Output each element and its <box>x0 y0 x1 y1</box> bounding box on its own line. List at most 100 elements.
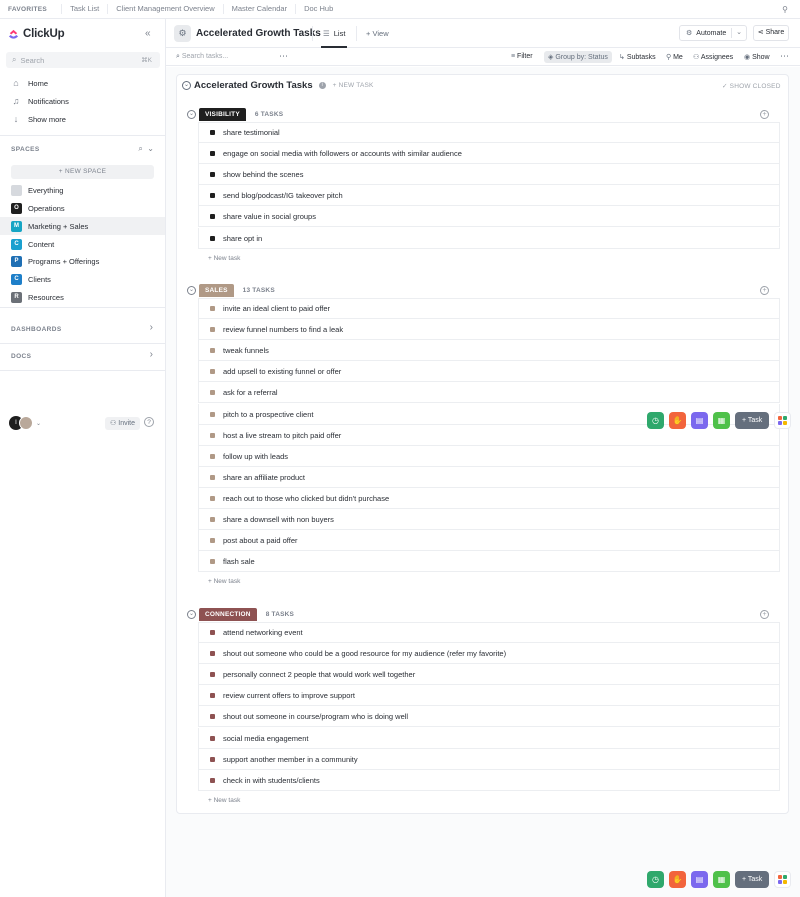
notepad-icon[interactable]: ▤ <box>691 871 708 888</box>
task-name[interactable]: share value in social groups <box>223 212 316 221</box>
task-row[interactable]: review current offers to improve support <box>198 685 780 706</box>
show-closed-button[interactable]: ✓ SHOW CLOSED <box>722 82 781 90</box>
status-square-icon[interactable] <box>210 516 215 522</box>
task-row[interactable]: share an affiliate product <box>198 467 780 488</box>
status-square-icon[interactable] <box>210 756 215 762</box>
list-settings-icon[interactable]: ⚙ <box>174 25 191 42</box>
calendar-icon[interactable]: ▦ <box>713 412 730 429</box>
chevron-down-icon[interactable]: ⌄ <box>147 144 154 153</box>
status-square-icon[interactable] <box>210 650 215 656</box>
task-name[interactable]: ask for a referral <box>223 388 278 397</box>
new-task-button[interactable]: + NEW TASK <box>333 82 374 89</box>
help-icon[interactable]: ? <box>144 417 154 427</box>
assignees-button[interactable]: ⚇ Assignees <box>693 53 733 61</box>
task-name[interactable]: engage on social media with followers or… <box>223 149 462 158</box>
status-square-icon[interactable] <box>210 777 215 783</box>
status-square-icon[interactable] <box>210 735 215 741</box>
timer-icon[interactable]: ◷ <box>647 871 664 888</box>
task-row[interactable]: shout out someone in course/program who … <box>198 706 780 727</box>
more-options-icon[interactable]: ⋯ <box>780 51 789 62</box>
task-search-input[interactable]: ⌕ Search tasks... <box>176 53 228 61</box>
status-square-icon[interactable] <box>210 368 215 374</box>
sidebar-space-item[interactable]: P Programs + Offerings <box>0 252 165 270</box>
task-name[interactable]: tweak funnels <box>223 346 269 355</box>
docs-title[interactable]: DOCS <box>11 353 31 360</box>
chevron-right-icon[interactable]: › <box>150 322 153 333</box>
pin-icon[interactable]: ⚲ <box>782 5 788 14</box>
status-square-icon[interactable] <box>210 130 215 135</box>
add-view-tab[interactable]: + View <box>366 29 389 38</box>
status-square-icon[interactable] <box>210 347 215 353</box>
status-square-icon[interactable] <box>210 192 215 198</box>
task-row[interactable]: shout out someone who could be a good re… <box>198 643 780 664</box>
sidebar-space-item[interactable]: C Content <box>0 235 165 253</box>
sidebar-item-notifications[interactable]: ♫ Notifications <box>11 96 69 106</box>
task-row[interactable]: add upsell to existing funnel or offer <box>198 361 780 382</box>
task-name[interactable]: show behind the scenes <box>223 170 303 179</box>
favorite-item[interactable]: Master Calendar <box>222 4 295 14</box>
collapse-icon[interactable]: ⌄ <box>187 110 196 119</box>
task-name[interactable]: invite an ideal client to paid offer <box>223 304 330 313</box>
task-name[interactable]: check in with students/clients <box>223 776 320 785</box>
add-column-icon[interactable]: + <box>760 110 769 119</box>
task-name[interactable]: add upsell to existing funnel or offer <box>223 367 341 376</box>
add-column-icon[interactable]: + <box>760 286 769 295</box>
filter-button[interactable]: ≡ Filter <box>511 53 533 60</box>
task-name[interactable]: share testimonial <box>223 128 280 137</box>
task-row[interactable]: share opt in <box>198 228 780 249</box>
collapse-icon[interactable]: ⌄ <box>187 610 196 619</box>
task-name[interactable]: host a live stream to pitch paid offer <box>223 431 341 440</box>
task-name[interactable]: shout out someone who could be a good re… <box>223 649 506 658</box>
status-badge[interactable]: CONNECTION <box>199 608 257 621</box>
task-row[interactable]: attend networking event <box>198 622 780 643</box>
task-row[interactable]: flash sale <box>198 551 780 572</box>
dashboards-title[interactable]: DASHBOARDS <box>11 326 62 333</box>
hand-icon[interactable]: ✋ <box>669 871 686 888</box>
sidebar-item-home[interactable]: ⌂ Home <box>11 78 48 88</box>
status-square-icon[interactable] <box>210 558 215 564</box>
info-icon[interactable]: i <box>318 82 326 89</box>
task-row[interactable]: ask for a referral <box>198 382 780 403</box>
automate-button[interactable]: ⚙ Automate ⌄ <box>679 25 747 41</box>
status-square-icon[interactable] <box>210 671 215 677</box>
task-name[interactable]: reach out to those who clicked but didn'… <box>223 494 389 503</box>
sidebar-space-item[interactable]: R Resources <box>0 288 165 306</box>
sidebar-search[interactable]: ⌕ Search ⌘K <box>6 52 160 68</box>
status-badge[interactable]: SALES <box>199 284 234 297</box>
task-row[interactable]: engage on social media with followers or… <box>198 143 780 164</box>
favorite-item[interactable]: Client Management Overview <box>107 4 222 14</box>
tab-list[interactable]: ☰ List <box>321 19 348 48</box>
status-square-icon[interactable] <box>210 432 215 438</box>
task-name[interactable]: review funnel numbers to find a leak <box>223 325 343 334</box>
hand-icon[interactable]: ✋ <box>669 412 686 429</box>
task-name[interactable]: flash sale <box>223 557 255 566</box>
new-task-button[interactable]: + Task <box>735 412 770 429</box>
status-square-icon[interactable] <box>210 495 215 501</box>
task-row[interactable]: share testimonial <box>198 122 780 143</box>
favorite-item[interactable]: Doc Hub <box>295 4 341 14</box>
status-square-icon[interactable] <box>210 713 215 719</box>
apps-grid-icon[interactable] <box>774 412 792 429</box>
status-square-icon[interactable] <box>210 453 215 459</box>
task-name[interactable]: personally connect 2 people that would w… <box>223 670 415 679</box>
task-name[interactable]: send blog/podcast/IG takeover pitch <box>223 191 343 200</box>
task-row[interactable]: follow up with leads <box>198 446 780 467</box>
task-row[interactable]: tweak funnels <box>198 340 780 361</box>
add-column-icon[interactable]: + <box>760 610 769 619</box>
chevron-right-icon[interactable]: › <box>150 349 153 360</box>
task-row[interactable]: review funnel numbers to find a leak <box>198 319 780 340</box>
collapse-icon[interactable]: ⌄ <box>182 81 191 90</box>
add-task-button[interactable]: + New task <box>208 797 240 804</box>
calendar-icon[interactable]: ▦ <box>713 871 730 888</box>
more-options-icon[interactable]: ⋯ <box>279 51 288 62</box>
collapse-sidebar-icon[interactable]: « <box>145 28 151 39</box>
task-name[interactable]: social media engagement <box>223 734 308 743</box>
task-name[interactable]: share an affiliate product <box>223 473 305 482</box>
add-task-button[interactable]: + New task <box>208 255 240 262</box>
sidebar-space-item[interactable]: Everything <box>0 181 165 199</box>
status-square-icon[interactable] <box>210 235 215 241</box>
add-task-button[interactable]: + New task <box>208 578 240 585</box>
task-row[interactable]: support another member in a community <box>198 749 780 770</box>
status-square-icon[interactable] <box>210 537 215 543</box>
share-button[interactable]: ⋖ Share <box>753 25 789 41</box>
